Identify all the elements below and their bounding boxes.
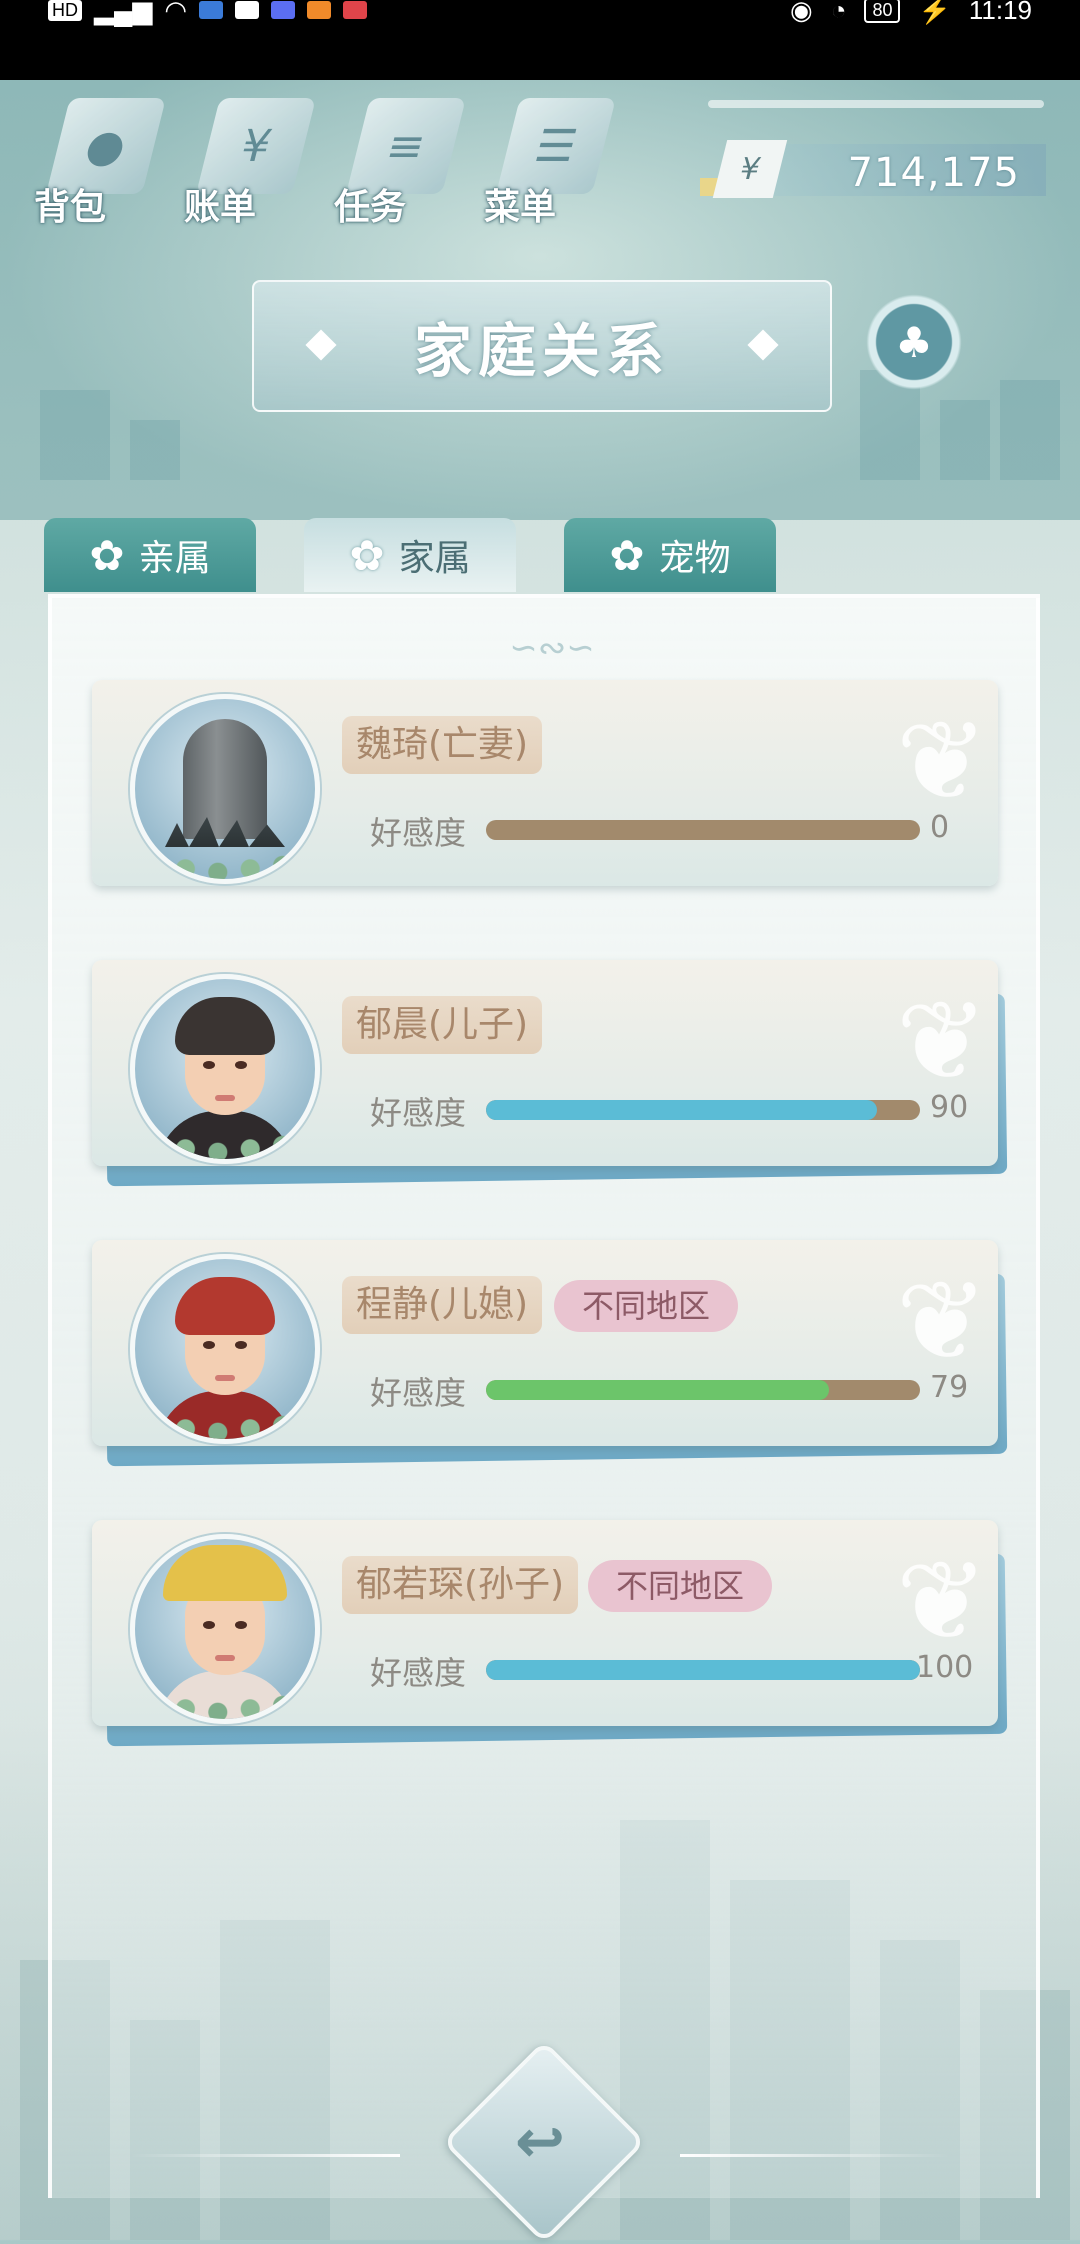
money-top-bar	[708, 100, 1044, 108]
affinity-value: 0	[930, 810, 950, 845]
avatar-eye	[235, 1061, 247, 1069]
nav-task[interactable]: ≡ 任务	[328, 92, 466, 228]
nav-backpack-label: 背包	[34, 187, 107, 228]
member-card-front: ❦ 郁晨(儿子) 好感度 90	[92, 960, 998, 1166]
affinity-bar	[486, 1100, 920, 1120]
family-tree-icon: ♣	[895, 317, 933, 367]
region-badge: 不同地区	[554, 1280, 739, 1332]
title-diamond-left	[305, 329, 337, 361]
member-card[interactable]: ❦ 郁若琛(孙子) 不同地区 好感度 100	[92, 1520, 1008, 1747]
avatar	[130, 1534, 320, 1724]
tab-family[interactable]: ✿ 家属	[304, 518, 516, 592]
alert-notification-icon	[235, 1, 260, 19]
region-badge: 不同地区	[588, 1560, 773, 1612]
charging-icon: ⚡	[918, 0, 951, 25]
avatar	[130, 974, 320, 1164]
avatar-hat	[163, 1545, 287, 1601]
flower-icon: ✿	[349, 530, 385, 580]
scroll-ornament: ∽∾∽	[509, 628, 595, 668]
top-nav: ● 背包 ¥ 账单 ≡ 任务 ☰ 菜单	[28, 92, 616, 228]
message-notification-icon	[343, 1, 368, 19]
avatar-eye	[203, 1341, 215, 1349]
flower-icon: ✿	[609, 530, 645, 580]
affinity-value: 79	[930, 1370, 969, 1405]
leaf-wreath	[135, 1405, 315, 1439]
member-card-front: ❦ 程静(儿媳) 不同地区 好感度 79	[92, 1240, 998, 1446]
signal-icon: ▂▄▆	[94, 0, 153, 25]
avatar-hair	[175, 997, 275, 1055]
music-notification-icon	[271, 1, 296, 19]
member-name: 郁晨(儿子)	[342, 996, 543, 1054]
tab-relatives[interactable]: ✿ 亲属	[44, 518, 256, 592]
member-name: 程静(儿媳)	[342, 1276, 543, 1334]
app-notification-icon	[199, 1, 224, 19]
family-tree-button[interactable]: ♣	[866, 294, 962, 390]
affinity-label: 好感度	[370, 814, 467, 852]
avatar-hair	[175, 1277, 275, 1335]
avatar-mouth	[215, 1375, 235, 1381]
battery-indicator: 80	[864, 0, 901, 23]
tab-relatives-label: 亲属	[138, 538, 211, 579]
clock: 11:19	[968, 0, 1032, 25]
avatar	[130, 1254, 320, 1444]
page-title-box: 家庭关系	[252, 280, 832, 412]
leaf-wreath	[135, 1125, 315, 1159]
nav-bill-label: 账单	[184, 187, 257, 228]
tombstone-image	[183, 719, 267, 839]
status-left: HD ▂▄▆ ◠	[48, 0, 368, 25]
decorative-line-right	[680, 2154, 950, 2157]
eye-icon: ◉	[790, 0, 813, 25]
avatar-eye	[235, 1621, 247, 1629]
affinity-value: 100	[916, 1650, 974, 1685]
flower-icon: ✿	[89, 530, 125, 580]
status-bar: HD ▂▄▆ ◠ ◉ ◔ 80 ⚡ 11:19	[0, 0, 1080, 80]
avatar	[130, 694, 320, 884]
tab-bar: ✿ 亲属 ✿ 家属 ✿ 宠物	[44, 518, 776, 592]
affinity-label: 好感度	[370, 1374, 467, 1412]
title-diamond-right	[747, 329, 779, 361]
money-display: ¥ 714,175	[700, 100, 1050, 220]
member-card-front: ❦ 郁若琛(孙子) 不同地区 好感度 100	[92, 1520, 998, 1726]
avatar-mouth	[215, 1655, 235, 1661]
status-right: ◉ ◔ 80 ⚡ 11:19	[790, 0, 1032, 25]
affinity-label: 好感度	[370, 1094, 467, 1132]
affinity-bar-fill	[486, 1660, 920, 1680]
leaf-wreath	[135, 1685, 315, 1719]
avatar-eye	[203, 1621, 215, 1629]
affinity-bar	[486, 1380, 920, 1400]
affinity-label: 好感度	[370, 1654, 467, 1692]
leaf-wreath	[135, 845, 315, 879]
affinity-bar-fill	[486, 1100, 877, 1120]
member-card-front: ❦ 魏琦(亡妻) 好感度 0	[92, 680, 998, 886]
video-notification-icon	[307, 1, 332, 19]
page-title: 家庭关系	[413, 317, 670, 385]
money-value: 714,175	[847, 150, 1020, 196]
member-card[interactable]: ❦ 郁晨(儿子) 好感度 90	[92, 960, 1008, 1187]
nav-backpack[interactable]: ● 背包	[28, 92, 166, 228]
back-arrow-icon: ↩	[514, 2107, 566, 2177]
member-name: 郁若琛(孙子)	[342, 1556, 579, 1614]
tab-family-label: 家属	[398, 538, 471, 579]
nav-menu-label: 菜单	[484, 187, 557, 228]
wifi-icon: ◠	[164, 0, 188, 25]
member-card[interactable]: ❦ 魏琦(亡妻) 好感度 0	[92, 680, 998, 894]
decorative-line-left	[130, 2154, 400, 2157]
avatar-eye	[203, 1061, 215, 1069]
nav-bill[interactable]: ¥ 账单	[178, 92, 316, 228]
mute-icon: ◔	[830, 0, 847, 25]
tab-pets[interactable]: ✿ 宠物	[564, 518, 776, 592]
hd-indicator: HD	[48, 0, 82, 21]
member-name: 魏琦(亡妻)	[342, 716, 543, 774]
family-list-panel: ∽∾∽ ❦ 魏琦(亡妻) 好感度 0 ❦ 郁晨(儿子) 好感度 90 ❦ 程静(…	[48, 594, 1040, 2198]
nav-menu[interactable]: ☰ 菜单	[478, 92, 616, 228]
nav-task-label: 任务	[334, 187, 407, 228]
avatar-eye	[235, 1341, 247, 1349]
affinity-bar-fill	[486, 1380, 829, 1400]
affinity-bar	[486, 1660, 920, 1680]
member-card[interactable]: ❦ 程静(儿媳) 不同地区 好感度 79	[92, 1240, 1008, 1467]
affinity-value: 90	[930, 1090, 969, 1125]
affinity-bar	[486, 820, 920, 840]
avatar-mouth	[215, 1095, 235, 1101]
tab-pets-label: 宠物	[658, 538, 731, 579]
